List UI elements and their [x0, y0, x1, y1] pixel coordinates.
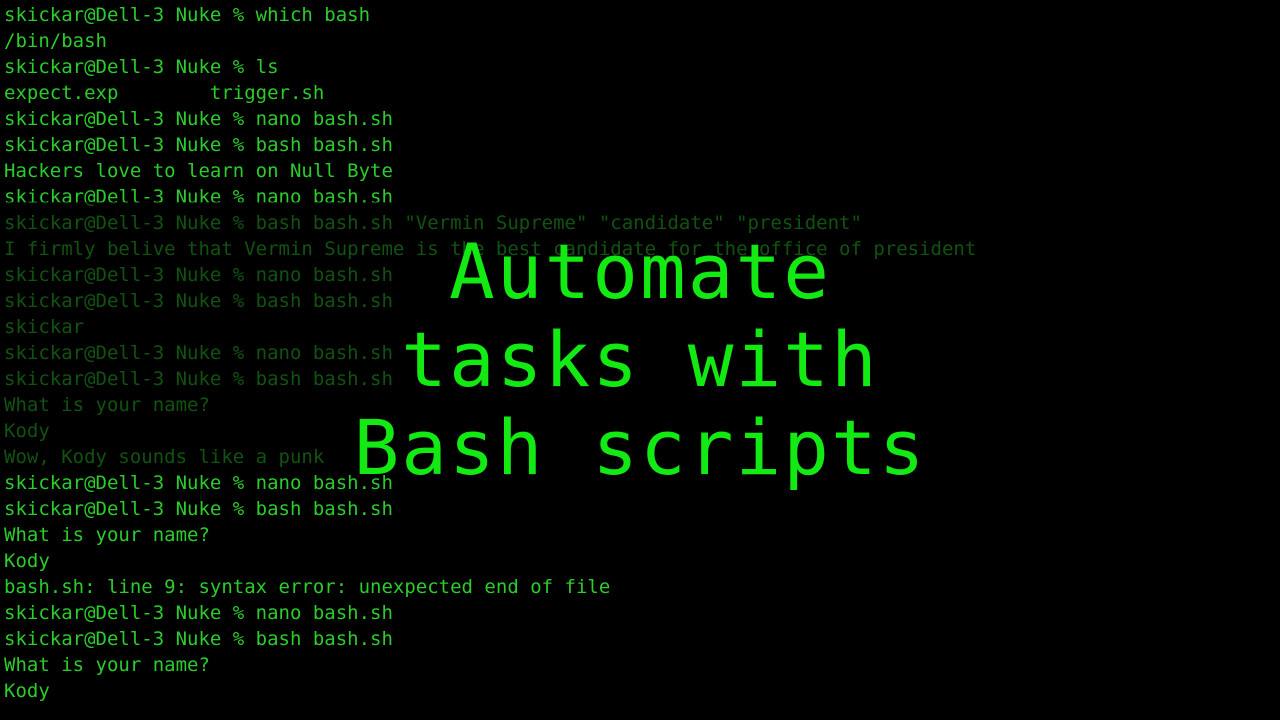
terminal-line: skickar@Dell-3 Nuke % which bash	[4, 2, 1280, 28]
terminal-line: Kody	[4, 678, 1280, 704]
terminal-line: What is your name?	[4, 392, 1280, 418]
terminal-line: skickar@Dell-3 Nuke % bash bash.sh	[4, 132, 1280, 158]
terminal-line: bash.sh: line 9: syntax error: unexpecte…	[4, 574, 1280, 600]
terminal-line: Wow, Kody sounds like a punk	[4, 444, 1280, 470]
terminal-line: expect.exp trigger.sh	[4, 80, 1280, 106]
terminal-line: skickar@Dell-3 Nuke % bash bash.sh	[4, 288, 1280, 314]
terminal-line: skickar@Dell-3 Nuke % nano bash.sh	[4, 600, 1280, 626]
terminal-line: What is your name?	[4, 652, 1280, 678]
terminal-line: skickar@Dell-3 Nuke % nano bash.sh	[4, 470, 1280, 496]
terminal-line: skickar@Dell-3 Nuke % nano bash.sh	[4, 340, 1280, 366]
terminal-line: skickar@Dell-3 Nuke % bash bash.sh	[4, 626, 1280, 652]
terminal-line: skickar@Dell-3 Nuke % bash bash.sh	[4, 496, 1280, 522]
terminal-line: Kody	[4, 548, 1280, 574]
terminal-line: skickar@Dell-3 Nuke % ls	[4, 54, 1280, 80]
terminal-line: skickar@Dell-3 Nuke % nano bash.sh	[4, 106, 1280, 132]
terminal-line: skickar	[4, 314, 1280, 340]
terminal-output[interactable]: skickar@Dell-3 Nuke % which bash/bin/bas…	[4, 2, 1280, 704]
terminal-line: I firmly belive that Vermin Supreme is t…	[4, 236, 1280, 262]
terminal-line: skickar@Dell-3 Nuke % bash bash.sh "Verm…	[4, 210, 1280, 236]
terminal-line: skickar@Dell-3 Nuke % nano bash.sh	[4, 262, 1280, 288]
terminal-line: Kody	[4, 418, 1280, 444]
terminal-line: Hackers love to learn on Null Byte	[4, 158, 1280, 184]
terminal-line: /bin/bash	[4, 28, 1280, 54]
terminal-line: What is your name?	[4, 522, 1280, 548]
terminal-line: skickar@Dell-3 Nuke % bash bash.sh	[4, 366, 1280, 392]
terminal-line: skickar@Dell-3 Nuke % nano bash.sh	[4, 184, 1280, 210]
